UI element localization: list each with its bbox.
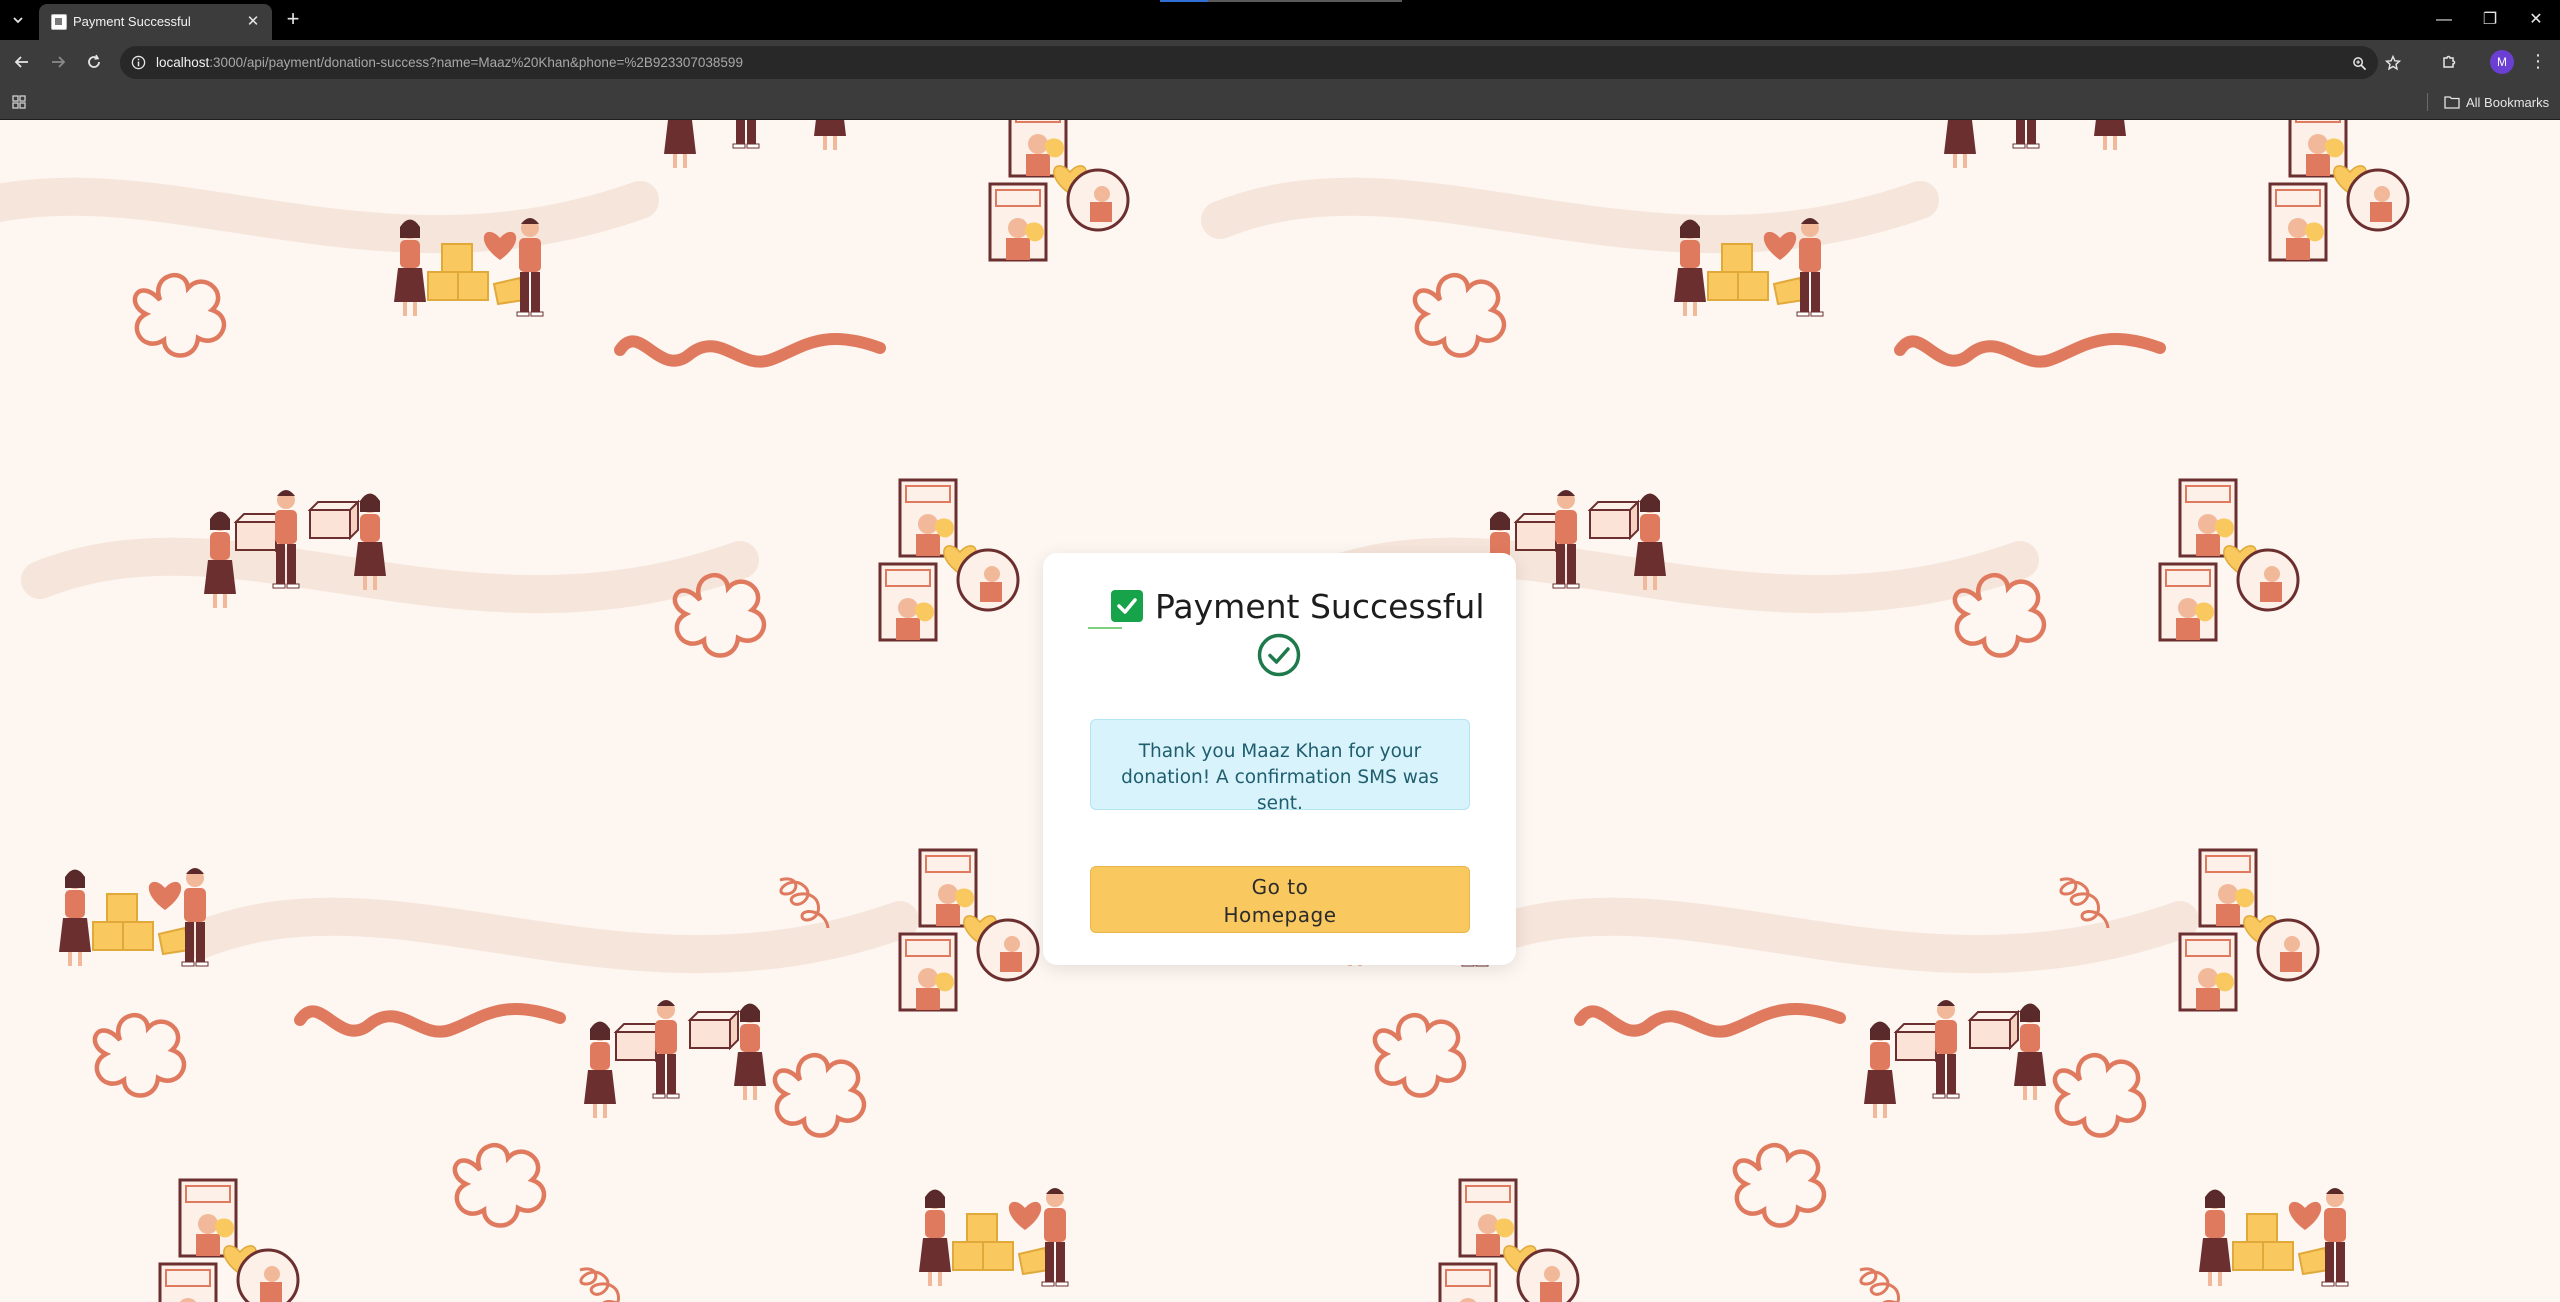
back-arrow-icon[interactable] (10, 50, 34, 74)
bookmark-star-icon[interactable] (2384, 54, 2402, 72)
payment-success-card: Payment Successful Thank you Maaz Khan f… (1043, 553, 1516, 965)
go-to-homepage-label: Go to Homepage (1223, 875, 1337, 927)
url-path: :3000/api/payment/donation-success?name=… (209, 55, 743, 70)
zoom-icon[interactable] (2350, 54, 2368, 72)
title-underline (1088, 627, 1122, 629)
url-text: localhost:3000/api/payment/donation-succ… (156, 55, 743, 70)
all-bookmarks-label: All Bookmarks (2466, 94, 2550, 110)
close-window-icon[interactable]: ✕ (2524, 8, 2548, 32)
tab-strip: Payment Successful ✕ + — ❐ ✕ (0, 0, 2560, 40)
profile-avatar[interactable]: M (2490, 50, 2514, 74)
bookmarks-bar: All Bookmarks (0, 84, 2560, 120)
page-favicon-icon (51, 14, 67, 30)
minimize-icon[interactable]: — (2432, 8, 2456, 32)
apps-grid-icon[interactable] (10, 93, 28, 111)
forward-arrow-icon[interactable] (46, 50, 70, 74)
restore-icon[interactable]: ❐ (2478, 8, 2502, 32)
browser-toolbar: localhost:3000/api/payment/donation-succ… (0, 40, 2560, 84)
page-viewport: Payment Successful Thank you Maaz Khan f… (0, 120, 2560, 1302)
active-tab[interactable]: Payment Successful ✕ (39, 4, 272, 40)
extensions-puzzle-icon[interactable] (2437, 50, 2461, 74)
bookmarks-separator (2427, 93, 2428, 111)
url-host: localhost (156, 55, 210, 70)
reload-icon[interactable] (82, 50, 106, 74)
folder-icon (2444, 96, 2460, 109)
go-to-homepage-button[interactable]: Go to Homepage (1090, 866, 1470, 933)
tab-title: Payment Successful (73, 14, 191, 29)
circle-check-icon (1256, 632, 1302, 678)
new-tab-button[interactable]: + (281, 8, 305, 32)
window-drag-indicator (1160, 0, 1402, 2)
kebab-menu-icon[interactable]: ⋮ (2526, 50, 2550, 74)
all-bookmarks-button[interactable]: All Bookmarks (2444, 91, 2549, 113)
close-tab-icon[interactable]: ✕ (244, 13, 262, 31)
confirmation-message: Thank you Maaz Khan for your donation! A… (1090, 719, 1470, 814)
page-title: Payment Successful (1155, 587, 1485, 626)
check-mark-button-icon (1111, 590, 1143, 622)
tab-search-icon[interactable] (6, 8, 30, 32)
site-info-icon[interactable] (130, 54, 147, 71)
address-bar[interactable]: localhost:3000/api/payment/donation-succ… (120, 46, 2401, 79)
